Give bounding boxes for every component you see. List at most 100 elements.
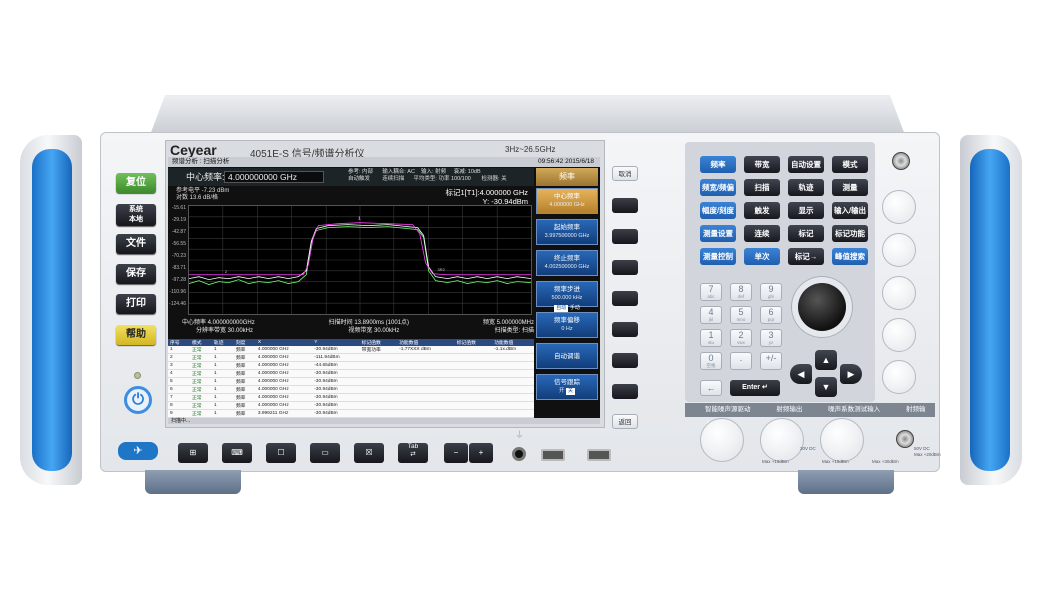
table-row[interactable]: 2 正常 1 频率 4.000000 GHz -111.94dBm <box>168 353 534 362</box>
numpad-key[interactable]: 4 jkl <box>700 306 722 324</box>
table-row[interactable]: 1 正常 1 频率 4.000000 GHz -30.94dBm 带宽功率 -1.77XXX … <box>168 346 534 354</box>
softkey-button-7[interactable] <box>612 384 638 399</box>
softkey-button-6[interactable] <box>612 353 638 368</box>
numpad-key[interactable]: 2 vwx <box>730 329 752 347</box>
noise-source-connector[interactable] <box>700 418 744 462</box>
center-frequency-input[interactable]: 4.000000000 GHz <box>224 171 324 183</box>
plus-button[interactable]: + <box>469 443 493 463</box>
rf-input-connector[interactable] <box>896 430 914 448</box>
table-cell <box>359 385 398 394</box>
save-button[interactable]: 保存 <box>116 264 156 284</box>
backspace-button[interactable]: ← <box>700 380 722 396</box>
enter-button[interactable]: Enter ↵ <box>730 380 780 396</box>
usb-port-1[interactable] <box>541 449 565 461</box>
function-key[interactable]: 标记→ <box>788 248 824 265</box>
rotary-knob[interactable] <box>798 283 846 331</box>
softkey-frequency-step[interactable]: 频率步进 500.000 kHz 自动 手动 <box>536 281 598 312</box>
function-key[interactable]: 标记功能 <box>832 225 868 242</box>
function-key[interactable]: 单次 <box>744 248 780 265</box>
numpad-key[interactable]: 9 ghi <box>760 283 782 301</box>
softkey-stop-frequency[interactable]: 终止频率 4.002500000 GHz <box>536 250 598 276</box>
numpad-key[interactable]: 6 pqr <box>760 306 782 324</box>
softkey-auto-tune[interactable]: 自动调谐 <box>536 343 598 369</box>
function-key[interactable]: 轨迹 <box>788 179 824 196</box>
windows-button[interactable]: ⊞ <box>178 443 208 463</box>
back-button[interactable]: 返回 <box>612 414 638 429</box>
table-cell <box>454 369 493 378</box>
tab-button[interactable]: Tab ⇄ <box>398 443 428 463</box>
side-button-5[interactable] <box>882 360 916 394</box>
function-key[interactable]: 输入/输出 <box>832 202 868 219</box>
keyboard-button[interactable]: ⌨ <box>222 443 252 463</box>
side-button-1[interactable] <box>882 190 916 224</box>
table-row[interactable]: 6 正常 1 频率 4.000000 GHz -30.94dBm <box>168 385 534 394</box>
function-key[interactable]: 幅度/刻度 <box>700 202 736 219</box>
close-window-button[interactable]: ☒ <box>354 443 384 463</box>
table-row[interactable]: 3 正常 1 频率 4.000000 GHz -44.65dBm <box>168 361 534 370</box>
help-button[interactable]: 帮助 <box>116 325 156 345</box>
function-key[interactable]: 显示 <box>788 202 824 219</box>
function-key[interactable]: 带宽 <box>744 156 780 173</box>
headphone-jack[interactable] <box>512 447 526 461</box>
softkey-frequency-offset[interactable]: 频率偏移 0 Hz <box>536 312 598 338</box>
function-key[interactable]: 峰值搜索 <box>832 248 868 265</box>
minus-button[interactable]: − <box>444 443 468 463</box>
numpad-key[interactable]: +/- <box>760 352 782 370</box>
numpad-key[interactable]: 0 空格 <box>700 352 722 370</box>
numpad-key[interactable]: 5 mno <box>730 306 752 324</box>
function-key[interactable]: 模式 <box>832 156 868 173</box>
side-button-2[interactable] <box>882 233 916 267</box>
table-row[interactable]: 4 正常 1 频率 4.000000 GHz -30.94dBm <box>168 369 534 378</box>
function-key[interactable]: 连续 <box>744 225 780 242</box>
window-switch-button[interactable]: ▭ <box>310 443 340 463</box>
system-button[interactable]: 系统 本地 <box>116 204 156 226</box>
arrow-right-button[interactable]: ▶ <box>840 364 862 384</box>
numpad-key[interactable]: 8 def <box>730 283 752 301</box>
function-key[interactable]: 测量控制 <box>700 248 736 265</box>
table-row[interactable]: 5 正常 1 频率 4.000000 GHz -30.94dBm <box>168 377 534 386</box>
function-key[interactable]: 测量设置 <box>700 225 736 242</box>
softkey-button-2[interactable] <box>612 229 638 244</box>
cancel-button[interactable]: 取消 <box>612 166 638 181</box>
arrow-up-button[interactable]: ▲ <box>815 350 837 370</box>
arrow-down-button[interactable]: ▼ <box>815 377 837 397</box>
file-button[interactable]: 文件 <box>116 234 156 254</box>
softkey-start-frequency[interactable]: 起始频率 3.997500000 GHz <box>536 219 598 245</box>
softkey-button-5[interactable] <box>612 322 638 337</box>
arrow-left-button[interactable]: ◀ <box>790 364 812 384</box>
numpad-key[interactable]: . <box>730 352 752 370</box>
numpad-key[interactable]: 7 abc <box>700 283 722 301</box>
numpad-key[interactable]: 1 stu <box>700 329 722 347</box>
reset-button[interactable]: 复位 <box>116 173 156 193</box>
nf-input-connector[interactable] <box>820 418 864 462</box>
function-key[interactable]: 触发 <box>744 202 780 219</box>
y-tick-label: -110.96 <box>169 289 186 295</box>
function-key[interactable]: 频率 <box>700 156 736 173</box>
table-row[interactable]: 7 正常 1 频率 4.000000 GHz -30.94dBm <box>168 393 534 402</box>
function-key[interactable]: 标记 <box>788 225 824 242</box>
softkey-center-frequency[interactable]: 中心频率 4.000000 GHz <box>536 188 598 214</box>
step-manual-toggle[interactable]: 手动 <box>570 305 580 311</box>
function-key[interactable]: 自动设置 <box>788 156 824 173</box>
track-off-toggle[interactable]: 关 <box>566 388 576 395</box>
touch-button[interactable]: ☐ <box>266 443 296 463</box>
table-row[interactable]: 8 正常 1 频率 4.000000 GHz -30.94dBm <box>168 401 534 410</box>
print-button[interactable]: 打印 <box>116 294 156 314</box>
side-button-3[interactable] <box>882 276 916 310</box>
function-key[interactable]: 扫描 <box>744 179 780 196</box>
track-on-toggle[interactable]: 开 <box>559 388 565 394</box>
table-row[interactable]: 9 正常 1 频率 3.999211 GHz -30.94dBm <box>168 409 534 418</box>
side-button-4[interactable] <box>882 318 916 352</box>
softkey-button-3[interactable] <box>612 260 638 275</box>
rf-output-connector[interactable] <box>760 418 804 462</box>
power-button[interactable]: ⏻ <box>124 386 152 414</box>
function-key[interactable]: 频宽/频偏 <box>700 179 736 196</box>
softkey-signal-track[interactable]: 信号跟踪开 关 <box>536 374 598 400</box>
softkey-button-4[interactable] <box>612 291 638 306</box>
usb-port-2[interactable] <box>587 449 611 461</box>
softkey-button-1[interactable] <box>612 198 638 213</box>
top-rf-connector[interactable] <box>892 152 910 170</box>
function-key[interactable]: 测量 <box>832 179 868 196</box>
numpad-key[interactable]: 3 yz <box>760 329 782 347</box>
step-auto-toggle[interactable]: 自动 <box>554 305 569 312</box>
